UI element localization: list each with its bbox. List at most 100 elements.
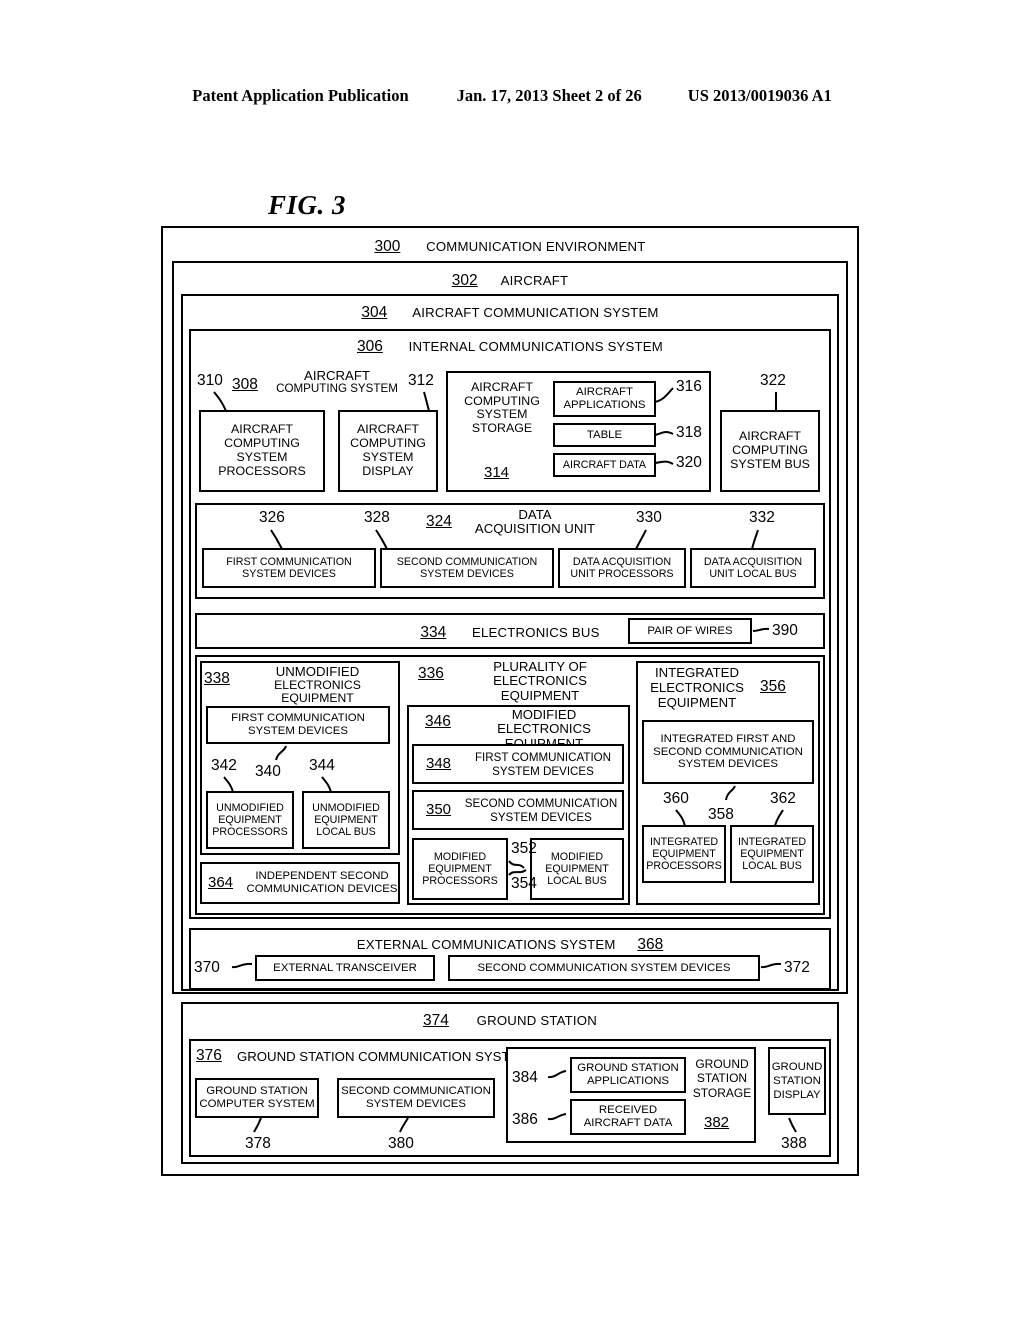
received-aircraft-data-label: RECEIVED AIRCRAFT DATA (583, 1104, 673, 1129)
box-aircraft-computing-system-display: AIRCRAFT COMPUTING SYSTEM DISPLAY (338, 410, 438, 492)
box-integrated-equipment-local-bus: INTEGRATED EQUIPMENT LOCAL BUS (730, 825, 814, 883)
dau-first-comm-label: FIRST COMMUNICATION SYSTEM DEVICES (226, 556, 352, 580)
ref-320: 320 (676, 454, 702, 471)
table-label: TABLE (586, 428, 623, 441)
modified-equipment-processors-label: MODIFIED EQUIPMENT PROCESSORS (422, 851, 498, 887)
ref-352: 352 (511, 840, 537, 857)
aircraft-computing-system-processors-label: AIRCRAFT COMPUTING SYSTEM PROCESSORS (218, 422, 306, 478)
aircraft-computing-system-display-label: AIRCRAFT COMPUTING SYSTEM DISPLAY (350, 422, 426, 478)
box-received-aircraft-data: RECEIVED AIRCRAFT DATA (570, 1099, 686, 1135)
ref-318: 318 (676, 424, 702, 441)
pair-of-wires-label: PAIR OF WIRES (647, 624, 733, 637)
ground-station-display-label-1: GROUND (771, 1060, 823, 1073)
box-ground-station-second-communication-system-devices: SECOND COMMUNICATION SYSTEM DEVICES (337, 1078, 495, 1118)
ref-376: 376 (196, 1047, 222, 1064)
ref-338: 338 (204, 670, 230, 687)
ref-334: 334 (420, 624, 447, 641)
ground-station-storage-label: GROUND STATION STORAGE (692, 1057, 752, 1100)
aircraft-computing-system-bus-label: AIRCRAFT COMPUTING SYSTEM BUS (730, 429, 810, 471)
modified-equipment-local-bus-label: MODIFIED EQUIPMENT LOCAL BUS (545, 851, 609, 887)
aircraft-computing-system-title: AIRCRAFT COMPUTING SYSTEM (276, 368, 398, 396)
integrated-combined-devices-label: INTEGRATED FIRST AND SECOND COMMUNICATIO… (653, 732, 803, 771)
page-header: Patent Application Publication Jan. 17, … (0, 86, 1024, 106)
ref-362: 362 (770, 790, 796, 807)
external-transceiver-label: EXTERNAL TRANSCEIVER (273, 961, 417, 974)
box-independent-second-communication-devices: 364 INDEPENDENT SECOND COMMUNICATION DEV… (200, 862, 400, 904)
modified-first-comm-label: FIRST COMMUNICATION SYSTEM DEVICES (474, 751, 612, 778)
ref-370: 370 (194, 959, 220, 976)
box-modified-second-communication-system-devices: 350 SECOND COMMUNICATION SYSTEM DEVICES (412, 790, 624, 830)
box-modified-first-communication-system-devices: 348 FIRST COMMUNICATION SYSTEM DEVICES (412, 744, 624, 784)
aircraft-computing-system-storage-label: AIRCRAFT COMPUTING SYSTEM STORAGE (464, 380, 540, 435)
ref-300: 300 (374, 238, 401, 255)
ref-328: 328 (364, 509, 390, 526)
data-acquisition-unit-title: DATA ACQUISITION UNIT (474, 507, 596, 537)
box-pair-of-wires: PAIR OF WIRES (628, 618, 752, 644)
ref-386: 386 (512, 1111, 538, 1128)
ref-364: 364 (208, 874, 234, 891)
ref-380: 380 (388, 1135, 414, 1152)
box-ground-station-storage: GROUND STATION STORAGE 382 GROUND STATIO… (506, 1047, 756, 1143)
publication-number: US 2013/0019036 A1 (687, 86, 832, 105)
ref-350: 350 (426, 801, 452, 818)
box-integrated-equipment-processors: INTEGRATED EQUIPMENT PROCESSORS (642, 825, 726, 883)
ground-station-display-label-2: STATION (773, 1074, 821, 1087)
figure-label: FIG. 3 (268, 190, 347, 220)
unmodified-equipment-processors-label: UNMODIFIED EQUIPMENT PROCESSORS (212, 802, 288, 838)
aircraft-label: AIRCRAFT (500, 273, 569, 288)
communication-environment-label: COMMUNICATION ENVIRONMENT (426, 239, 646, 254)
dau-second-comm-label: SECOND COMMUNICATION SYSTEM DEVICES (396, 556, 538, 580)
publication-date-sheet: Jan. 17, 2013 Sheet 2 of 26 (456, 86, 642, 105)
ref-388: 388 (781, 1135, 807, 1152)
ref-326: 326 (259, 509, 285, 526)
ref-368: 368 (637, 936, 664, 953)
box-table: TABLE (553, 423, 656, 447)
ref-310: 310 (197, 372, 223, 389)
independent-second-communication-devices-label: INDEPENDENT SECOND COMMUNICATION DEVICES (246, 870, 398, 896)
ref-312: 312 (408, 372, 434, 389)
box-aircraft-applications: AIRCRAFT APPLICATIONS (553, 381, 656, 417)
aircraft-communication-system-label: AIRCRAFT COMMUNICATION SYSTEM (412, 305, 659, 320)
ref-314: 314 (484, 464, 510, 481)
dau-local-bus-label: DATA ACQUISITION UNIT LOCAL BUS (703, 556, 803, 580)
box-dau-first-communication-system-devices: FIRST COMMUNICATION SYSTEM DEVICES (202, 548, 376, 588)
ref-354: 354 (511, 875, 537, 892)
internal-communications-system-label: INTERNAL COMMUNICATIONS SYSTEM (408, 339, 663, 354)
ref-324: 324 (426, 513, 452, 530)
box-aircraft-computing-system-bus: AIRCRAFT COMPUTING SYSTEM BUS (720, 410, 820, 492)
dau-processors-label: DATA ACQUISITION UNIT PROCESSORS (570, 556, 674, 580)
ref-390: 390 (772, 622, 798, 639)
ref-316: 316 (676, 378, 702, 395)
integrated-equipment-local-bus-label: INTEGRATED EQUIPMENT LOCAL BUS (737, 836, 807, 872)
box-dau-processors: DATA ACQUISITION UNIT PROCESSORS (558, 548, 686, 588)
ref-332: 332 (749, 509, 775, 526)
plurality-electronics-equipment-title: PLURALITY OF ELECTRONICS EQUIPMENT (493, 659, 587, 703)
aircraft-data-label: AIRCRAFT DATA (562, 459, 647, 471)
ref-374: 374 (423, 1012, 449, 1029)
ref-340: 340 (255, 763, 281, 780)
ref-306: 306 (356, 338, 383, 355)
aircraft-header: 302 AIRCRAFT (174, 272, 846, 290)
ground-station-computer-system-label: GROUND STATION COMPUTER SYSTEM (199, 1085, 315, 1110)
box-ground-station-computer-system: GROUND STATION COMPUTER SYSTEM (195, 1078, 319, 1118)
box-modified-equipment-processors: MODIFIED EQUIPMENT PROCESSORS (412, 838, 508, 900)
aircraft-communication-system-header: 304 AIRCRAFT COMMUNICATION SYSTEM (183, 304, 837, 322)
ref-358: 358 (708, 806, 734, 823)
unmodified-equipment-local-bus-label: UNMODIFIED EQUIPMENT LOCAL BUS (312, 802, 380, 838)
unmodified-first-comm-label: FIRST COMMUNICATION SYSTEM DEVICES (231, 712, 365, 737)
box-ground-station-applications: GROUND STATION APPLICATIONS (570, 1057, 686, 1093)
box-unmodified-equipment-processors: UNMODIFIED EQUIPMENT PROCESSORS (206, 791, 294, 849)
electronics-bus-label: ELECTRONICS BUS (472, 625, 600, 640)
ref-336: 336 (418, 665, 444, 682)
box-dau-second-communication-system-devices: SECOND COMMUNICATION SYSTEM DEVICES (380, 548, 554, 588)
ref-330: 330 (636, 509, 662, 526)
box-dau-local-bus: DATA ACQUISITION UNIT LOCAL BUS (690, 548, 816, 588)
ref-378: 378 (245, 1135, 271, 1152)
box-aircraft-computing-system-processors: AIRCRAFT COMPUTING SYSTEM PROCESSORS (199, 410, 325, 492)
internal-communications-system-header: 306 INTERNAL COMMUNICATIONS SYSTEM (191, 338, 829, 356)
integrated-equipment-processors-label: INTEGRATED EQUIPMENT PROCESSORS (646, 836, 722, 872)
box-unmodified-equipment-local-bus: UNMODIFIED EQUIPMENT LOCAL BUS (302, 791, 390, 849)
ref-308: 308 (232, 376, 258, 393)
ref-304: 304 (361, 304, 388, 321)
integrated-electronics-equipment-title: INTEGRATED ELECTRONICS EQUIPMENT (650, 665, 744, 711)
